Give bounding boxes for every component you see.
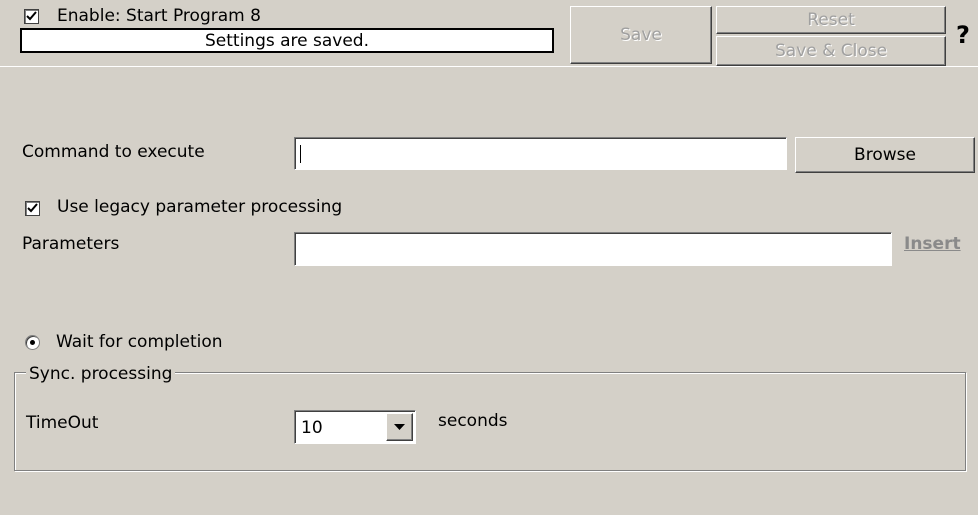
reset-button-label: Reset	[807, 10, 855, 30]
command-label: Command to execute	[22, 142, 205, 162]
seconds-label: seconds	[438, 411, 508, 431]
legacy-label: Use legacy parameter processing	[57, 197, 343, 217]
checkmark-icon	[26, 11, 37, 21]
status-message-box: Settings are saved.	[20, 28, 554, 53]
wait-label: Wait for completion	[56, 332, 223, 352]
wait-radio[interactable]	[25, 335, 40, 350]
insert-link[interactable]: Insert	[904, 234, 961, 254]
reset-button[interactable]: Reset	[716, 6, 946, 34]
header-separator	[0, 66, 978, 67]
dropdown-button[interactable]	[386, 413, 413, 441]
browse-button-label: Browse	[854, 145, 916, 165]
chevron-down-icon	[394, 423, 405, 430]
command-input[interactable]	[294, 137, 787, 170]
save-button[interactable]: Save	[570, 6, 712, 64]
text-caret	[300, 145, 301, 163]
parameters-input[interactable]	[294, 232, 892, 266]
browse-button[interactable]: Browse	[795, 137, 975, 173]
timeout-label: TimeOut	[26, 413, 99, 433]
help-button[interactable]: ?	[948, 6, 978, 64]
status-message: Settings are saved.	[204, 30, 369, 51]
legacy-checkbox[interactable]	[25, 201, 40, 216]
help-icon: ?	[956, 21, 970, 49]
save-close-button-label: Save & Close	[774, 41, 888, 61]
enable-label: Enable: Start Program 8	[57, 6, 261, 26]
parameters-label: Parameters	[22, 234, 120, 254]
radio-dot	[30, 340, 35, 345]
enable-checkbox[interactable]	[24, 9, 39, 24]
save-close-button[interactable]: Save & Close	[716, 36, 946, 66]
save-button-label: Save	[620, 25, 662, 45]
checkmark-icon	[27, 203, 38, 213]
sync-group-title: Sync. processing	[26, 364, 176, 384]
timeout-value: 10	[301, 418, 323, 438]
timeout-select[interactable]: 10	[294, 410, 416, 444]
